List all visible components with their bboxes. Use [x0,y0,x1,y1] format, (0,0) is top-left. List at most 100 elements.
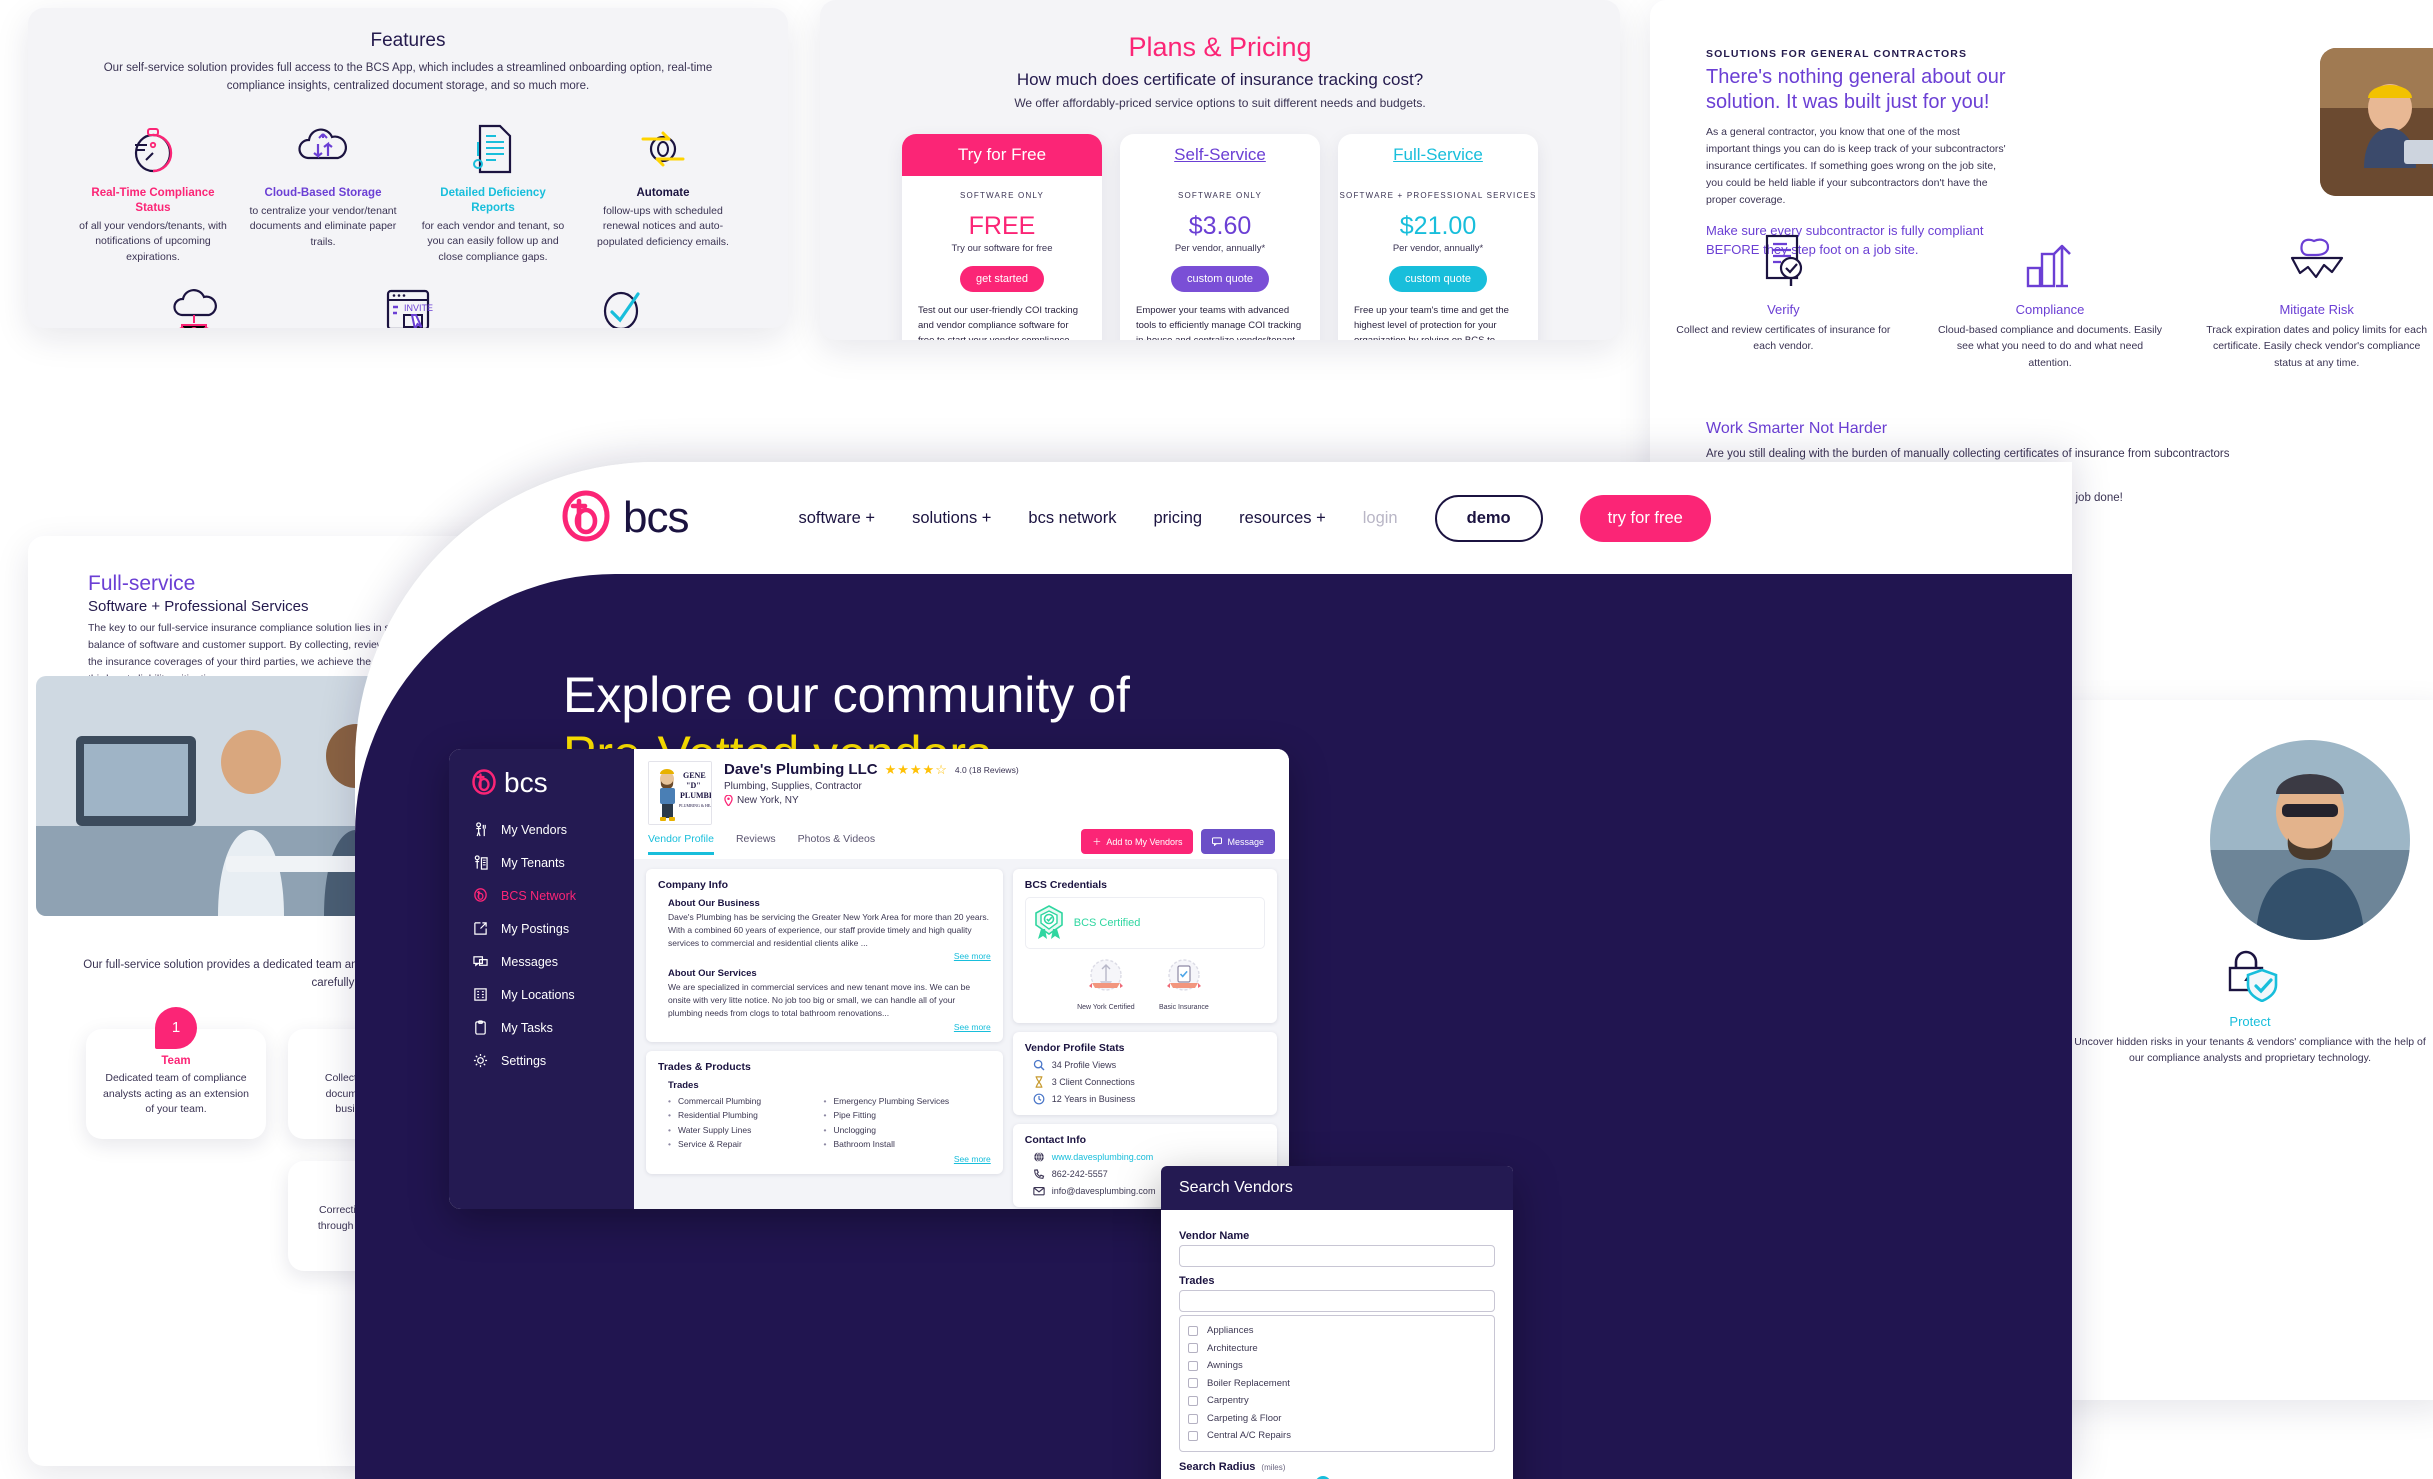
features-title: Features [370,30,446,51]
trade-option[interactable]: Carpentry [1188,1392,1486,1410]
tasks-icon [475,1020,486,1035]
rating-stars-icon: ★★★★☆ [884,761,948,777]
feature-heading: Detailed Deficiency Reports [440,186,546,214]
see-more-trades-link[interactable]: See more [668,1154,991,1164]
bear-iceberg-icon [2201,228,2432,294]
add-to-my-vendors-button[interactable]: ＋ Add to My Vendors [1081,829,1194,854]
tab-vendor-profile[interactable]: Vendor Profile [648,833,714,855]
nav-link-bcs-network[interactable]: bcs network [1028,509,1116,528]
trade-option[interactable]: Appliances [1188,1322,1486,1340]
see-more-business-link[interactable]: See more [668,951,991,961]
vendor-name: Dave's Plumbing LLC [724,761,878,778]
trade-item: Unclogging [823,1123,990,1138]
tab-reviews[interactable]: Reviews [736,833,776,855]
trade-option[interactable]: Boiler Replacement [1188,1375,1486,1393]
nav-link-resources[interactable]: resources + [1239,509,1326,528]
feature-item: Detailed Deficiency Reports for each ven… [418,118,568,266]
sidebar-item-settings[interactable]: Settings [449,1044,634,1077]
app-logo[interactable]: bcs [449,763,634,813]
plan-period: Try our software for free [951,243,1053,255]
sidebar-item-messages[interactable]: Messages [449,945,634,978]
checkbox[interactable] [1188,1396,1198,1407]
checkbox[interactable] [1188,1343,1198,1354]
site-navbar: bcs software + solutions + bcs network p… [355,462,2072,574]
credential-badge-caption: Basic Insurance [1158,1004,1209,1011]
hero-headline-line1: Explore our community of [563,667,1130,723]
checkbox[interactable] [1188,1431,1198,1442]
trade-option-label: Carpeting & Floor [1207,1412,1282,1424]
checkbox[interactable] [1188,1378,1198,1389]
gc-feature: Protect Uncover hidden risks in your ten… [2050,940,2433,1067]
vendors-icon [476,822,486,837]
nav-link-login[interactable]: login [1363,509,1398,528]
plan-cta-button[interactable]: get started [960,266,1044,293]
trade-option[interactable]: Architecture [1188,1340,1486,1358]
gc-feature-row: Verify Collect and review certificates o… [1650,228,2433,371]
sidebar-item-my-postings[interactable]: My Postings [449,912,634,945]
gc-feature: Compliance Cloud-based compliance and do… [1917,228,2184,371]
try-for-free-button[interactable]: try for free [1579,494,1711,542]
search-modal-body: Vendor Name Trades Appliances Architectu… [1161,1210,1513,1479]
gc-heading: There's nothing general about our soluti… [1706,66,2006,114]
gc-kicker: SOLUTIONS FOR GENERAL CONTRACTORS [1706,48,1968,60]
trades-products-panel: Trades & Products Trades Commercail Plum… [646,1050,1003,1174]
trades-input[interactable] [1179,1290,1495,1312]
sidebar-item-bcs-network[interactable]: BCS Network [449,879,634,912]
contact-website-link[interactable]: www.davesplumbing.com [1052,1152,1154,1162]
plan-cta-button[interactable]: custom quote [1170,266,1270,293]
checkbox[interactable] [1188,1360,1198,1371]
plan-cta-button[interactable]: custom quote [1388,266,1488,293]
svg-text:PLUMBING & HEATING: PLUMBING & HEATING [679,803,711,808]
contractors-photo [2320,48,2433,196]
see-more-services-link[interactable]: See more [668,1022,991,1032]
bcs-logo-icon [472,769,496,795]
svg-text:INVITE: INVITE [404,303,433,313]
plan-period: Per vendor, annually* [1392,243,1484,255]
sidebar-item-my-locations[interactable]: My Locations [449,978,634,1011]
gene-the-plumber-logo-icon: GENE "D" PLUMBER PLUMBING & HEATING [649,762,711,824]
plan-kicker: SOFTWARE + PROFESSIONAL SERVICES [1339,191,1537,200]
nav-link-software[interactable]: software + [798,509,875,528]
bcs-logo[interactable]: bcs [560,490,689,546]
plan-name: Self-Service [1174,145,1266,164]
trade-option[interactable]: Awnings [1188,1357,1486,1375]
cloud-storage-icon [248,118,398,180]
plan-description: Empower your teams with advanced tools t… [1136,305,1302,340]
settings-gear-icon [473,1053,488,1068]
vendor-name-input[interactable] [1179,1245,1495,1267]
sidebar-label: Messages [501,954,558,969]
vendor-profile-stats-panel: Vendor Profile Stats 34 Profile Views 3 … [1012,1031,1277,1115]
gc-feature-text: Cloud-based compliance and documents. Ea… [1937,324,2163,369]
checkbox[interactable] [1188,1413,1198,1424]
sidebar-item-my-vendors[interactable]: My Vendors [449,813,634,846]
trades-option-list: Appliances Architecture Awnings Boiler R… [1179,1315,1495,1452]
step-heading: Team [161,1054,191,1067]
search-radius-unit: (miles) [1261,1462,1286,1472]
trade-item: Emergency Plumbing Services [823,1094,990,1109]
rating-value: 4.0 (18 Reviews) [954,764,1019,775]
search-modal-title: Search Vendors [1161,1166,1513,1210]
plan-price: $21.00 [1399,212,1477,241]
trade-item: Commercail Plumbing [668,1094,807,1109]
insurance-document-badge-icon [1166,959,1201,991]
stat-label: 3 Client Connections [1051,1076,1135,1087]
features-grid-row1: Real-Time Compliance Status of all your … [28,118,788,266]
checkbox[interactable] [1188,1325,1198,1336]
feature-item: Automate follow-ups with scheduled renew… [588,118,738,266]
sidebar-item-my-tenants[interactable]: My Tenants [449,846,634,879]
vendor-location: New York, NY [724,795,1275,806]
nav-link-solutions[interactable]: solutions + [912,509,991,528]
tab-photos-videos[interactable]: Photos & Videos [798,833,875,855]
stat-row: 12 Years in Business [1033,1093,1265,1105]
features-card: Features Our self-service solution provi… [28,8,788,328]
fs-step: 1 Team Dedicated team of compliance anal… [86,1006,266,1139]
features-subtitle: Our self-service solution provides full … [103,62,713,92]
sidebar-item-my-tasks[interactable]: My Tasks [449,1011,634,1044]
demo-button[interactable]: demo [1434,494,1543,542]
nav-link-pricing[interactable]: pricing [1153,509,1202,528]
trade-option[interactable]: Carpeting & Floor [1188,1410,1486,1428]
message-button[interactable]: Message [1201,829,1275,854]
trade-option[interactable]: Central A/C Repairs [1188,1427,1486,1445]
hourglass-icon [1035,1076,1043,1088]
sidebar-label: BCS Network [501,888,577,903]
